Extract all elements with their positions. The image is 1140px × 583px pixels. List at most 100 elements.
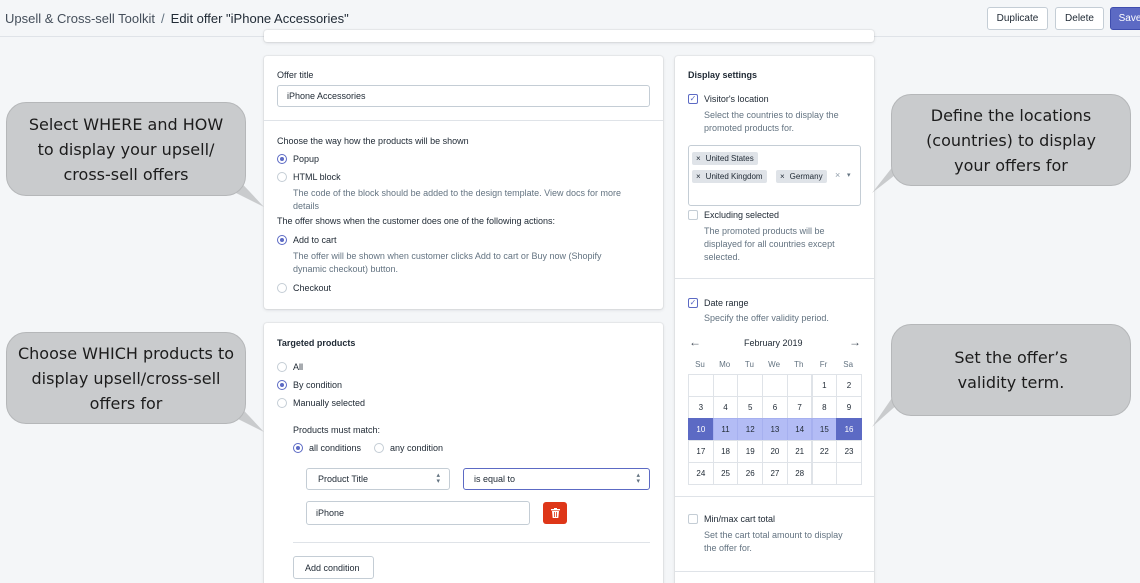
calendar-empty-cell [688,374,714,397]
calendar-empty-cell [762,374,788,397]
calendar-day[interactable]: 7 [786,396,813,419]
next-month-icon[interactable]: → [849,335,861,349]
calendar-day[interactable]: 17 [688,440,714,463]
add-to-cart-radio[interactable] [277,235,287,245]
date-range-help: Specify the offer validity period. [704,313,829,323]
add-condition-button[interactable]: Add condition [293,556,374,579]
manual-radio[interactable] [277,398,287,408]
calendar-day[interactable]: 9 [836,396,862,419]
calendar-day[interactable]: 3 [688,396,714,419]
calendar-day[interactable]: 27 [762,462,788,485]
calendar-day[interactable]: 6 [762,396,788,419]
callout-where-how: Select WHERE and HOW to display your ups… [6,102,246,196]
date-range-label: Date range [704,298,749,308]
conditions-divider [293,542,650,543]
visitor-location-checkbox[interactable]: ✓ [688,94,698,104]
calendar-day[interactable]: 16 [836,418,862,441]
visitor-location-label: Visitor's location [704,94,769,104]
country-tag[interactable]: × United Kingdom [692,170,767,183]
remove-tag-icon[interactable]: × [696,172,701,181]
callout-locations: Define the locations (countries) to disp… [891,94,1131,186]
breadcrumb-app-link[interactable]: Upsell & Cross-sell Toolkit [5,11,155,26]
clear-all-icon[interactable]: × [835,170,840,180]
select-arrows-icon: ▴ ▾ [636,472,640,485]
calendar-day[interactable]: 12 [737,418,764,441]
remove-tag-icon[interactable]: × [780,172,785,181]
html-block-radio[interactable] [277,172,287,182]
all-label: All [293,362,304,372]
weekday-label: Th [794,360,804,369]
add-to-cart-help: The offer will be shown when customer cl… [293,251,602,261]
weekday-label: Fr [819,360,828,369]
calendar-day[interactable]: 21 [786,440,813,463]
html-block-help-cont: details [293,201,320,211]
calendar-day[interactable]: 11 [712,418,739,441]
chevron-down-icon[interactable]: ▾ [847,171,851,179]
by-condition-label: By condition [293,380,343,390]
checkout-radio[interactable] [277,283,287,293]
calendar-empty-cell [737,374,764,397]
excluding-label: Excluding selected [704,210,780,220]
country-tag[interactable]: × United States [692,152,758,165]
all-conditions-radio[interactable] [293,443,303,453]
must-match-label: Products must match: [293,425,381,435]
popup-label: Popup [293,154,320,164]
calendar-day[interactable]: 8 [811,396,838,419]
min-max-checkbox[interactable] [688,514,698,524]
calendar-day[interactable]: 20 [762,440,788,463]
calendar-day[interactable]: 28 [786,462,813,485]
calendar-day[interactable]: 1 [811,374,838,397]
excluding-checkbox[interactable] [688,210,698,220]
excluding-help-cont: displayed for all countries except [704,239,835,249]
any-condition-label: any condition [390,443,444,453]
display-settings-heading: Display settings [688,70,758,80]
calendar-empty-cell [786,374,813,397]
date-range-checkbox[interactable]: ✓ [688,298,698,308]
calendar-day[interactable]: 22 [811,440,838,463]
weekday-label: Su [695,360,705,369]
calendar-day[interactable]: 10 [688,418,714,441]
prev-month-icon[interactable]: ← [689,335,701,349]
any-condition-radio[interactable] [374,443,384,453]
calendar-day[interactable]: 14 [786,418,813,441]
calendar-empty-cell [811,462,838,485]
bottom-divider [675,571,874,572]
visitor-location-help: Select the countries to display the [704,110,839,120]
calendar-day[interactable]: 15 [811,418,838,441]
calendar-empty-cell [836,462,862,485]
calendar-day[interactable]: 25 [712,462,739,485]
month-label: February 2019 [744,338,803,348]
calendar-day[interactable]: 26 [737,462,764,485]
select-arrows-icon: ▴ ▾ [436,472,440,485]
calendar-day[interactable]: 19 [737,440,764,463]
breadcrumb-separator: / [161,11,165,26]
calendar-day[interactable]: 5 [737,396,764,419]
popup-radio[interactable] [277,154,287,164]
calendar-day[interactable]: 4 [712,396,739,419]
calendar-day[interactable]: 23 [836,440,862,463]
offer-title-input[interactable]: iPhone Accessories [277,85,650,107]
all-radio[interactable] [277,362,287,372]
save-button[interactable]: Save [1110,7,1140,30]
remove-tag-icon[interactable]: × [696,154,701,163]
by-condition-radio[interactable] [277,380,287,390]
operator-select[interactable]: is equal to ▴ ▾ [463,468,650,490]
calendar-day[interactable]: 2 [836,374,862,397]
calendar-day[interactable]: 24 [688,462,714,485]
country-tag[interactable]: × Germany [776,170,827,183]
calendar-day[interactable]: 18 [712,440,739,463]
delete-condition-button[interactable] [543,502,567,524]
targeted-products-card: Targeted products All By condition Manua… [264,323,663,583]
field-select[interactable]: Product Title ▴ ▾ [306,468,450,490]
field-select-value: Product Title [318,474,369,484]
html-block-help: The code of the block should be added to… [293,188,622,198]
duplicate-button[interactable]: Duplicate [987,7,1048,30]
countries-multiselect[interactable]: × United States × United Kingdom × Germany … [688,145,861,206]
visitor-location-help-cont: promoted products for. [704,123,795,133]
page-title: Edit offer "iPhone Accessories" [170,11,349,26]
condition-value-input[interactable]: iPhone [306,501,530,525]
calendar-day[interactable]: 13 [762,418,788,441]
display-settings-card: Display settings ✓ Visitor's location Se… [675,56,874,583]
delete-button[interactable]: Delete [1055,7,1104,30]
actions-label: The offer shows when the customer does o… [277,216,555,226]
